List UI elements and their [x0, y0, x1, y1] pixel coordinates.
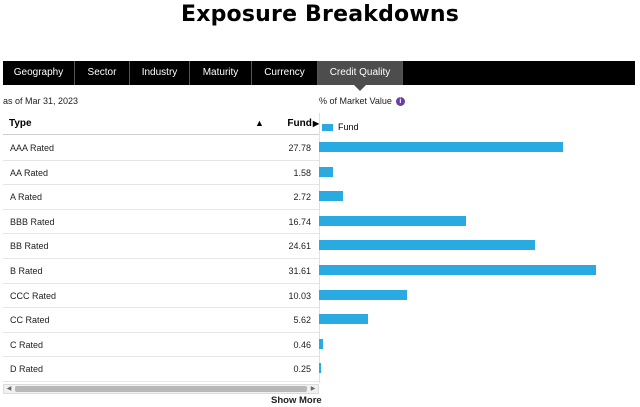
- table-row: CC Rated 5.62: [3, 308, 319, 333]
- row-fund-value: 0.46: [293, 339, 311, 350]
- row-type-label: CCC Rated: [10, 290, 57, 301]
- column-header-fund-label: Fund: [287, 118, 312, 129]
- tab-geography[interactable]: Geography: [3, 61, 75, 85]
- table-header: Type ▲ Fund▶: [3, 113, 319, 135]
- column-header-type[interactable]: Type: [9, 118, 32, 129]
- scroll-thumb[interactable]: [15, 386, 307, 392]
- page-title: Exposure Breakdowns: [180, 2, 460, 27]
- bar-c-rated[interactable]: [319, 338, 324, 349]
- bar-bbb-rated[interactable]: [319, 215, 466, 226]
- show-more-link[interactable]: Show More: [271, 395, 322, 406]
- row-type-label: AA Rated: [10, 167, 49, 178]
- row-fund-value: 2.72: [293, 192, 311, 203]
- column-header-fund[interactable]: Fund▶: [287, 118, 319, 129]
- bar-ccc-rated[interactable]: [319, 289, 408, 300]
- bar-cc-rated[interactable]: [319, 314, 369, 325]
- row-type-label: BB Rated: [10, 241, 49, 252]
- chart-legend: Fund: [322, 122, 359, 132]
- table-row: BB Rated 24.61: [3, 234, 319, 259]
- tab-currency[interactable]: Currency: [252, 61, 318, 85]
- legend-label: Fund: [338, 122, 359, 132]
- row-type-label: A Rated: [10, 192, 43, 203]
- horizontal-scrollbar[interactable]: ◀ ▶: [3, 384, 319, 394]
- row-fund-value: 5.62: [293, 315, 311, 326]
- tab-sector[interactable]: Sector: [75, 61, 130, 85]
- row-type-label: C Rated: [10, 339, 44, 350]
- tab-maturity[interactable]: Maturity: [190, 61, 252, 85]
- table-row: BBB Rated 16.74: [3, 210, 319, 235]
- sort-ascending-icon[interactable]: ▲: [255, 118, 264, 128]
- row-fund-value: 0.25: [293, 364, 311, 375]
- bar-aa-rated[interactable]: [319, 166, 333, 177]
- as-of-date: as of Mar 31, 2023: [3, 96, 79, 106]
- row-fund-value: 31.61: [288, 266, 311, 276]
- info-icon[interactable]: i: [395, 96, 405, 106]
- legend-swatch: [322, 123, 333, 131]
- row-fund-value: 24.61: [288, 241, 311, 252]
- table-row: C Rated 0.46: [3, 333, 319, 358]
- bar-aaa-rated[interactable]: [319, 142, 563, 152]
- scroll-left-icon[interactable]: ◀: [4, 385, 14, 393]
- bar-b-rated[interactable]: [319, 265, 597, 275]
- tab-credit-quality[interactable]: Credit Quality: [318, 61, 403, 91]
- row-fund-value: 1.58: [293, 167, 311, 178]
- row-type-label: BBB Rated: [10, 216, 55, 227]
- bar-d-rated[interactable]: [319, 363, 322, 374]
- row-type-label: AAA Rated: [10, 143, 55, 153]
- metric-label: % of Market Value: [319, 96, 392, 106]
- table-row: A Rated 2.72: [3, 185, 319, 210]
- row-fund-value: 16.74: [288, 216, 311, 227]
- table-row: B Rated 31.61: [3, 259, 319, 284]
- scroll-right-icon[interactable]: ▶: [308, 385, 318, 393]
- table-row: AAA Rated 27.78: [3, 136, 319, 161]
- bar-a-rated[interactable]: [319, 191, 343, 202]
- table-row: CCC Rated 10.03: [3, 284, 319, 309]
- tab-bar: Geography Sector Industry Maturity Curre…: [3, 61, 635, 91]
- bar-bb-rated[interactable]: [319, 240, 536, 251]
- metric-label-group: % of Market Value i: [319, 96, 405, 106]
- row-fund-value: 10.03: [288, 290, 311, 301]
- tab-industry[interactable]: Industry: [130, 61, 190, 85]
- row-type-label: B Rated: [10, 266, 43, 276]
- row-fund-value: 27.78: [288, 143, 311, 153]
- row-type-label: CC Rated: [10, 315, 50, 326]
- table-row: D Rated 0.25: [3, 357, 319, 382]
- table-row: AA Rated 1.58: [3, 161, 319, 186]
- row-type-label: D Rated: [10, 364, 44, 375]
